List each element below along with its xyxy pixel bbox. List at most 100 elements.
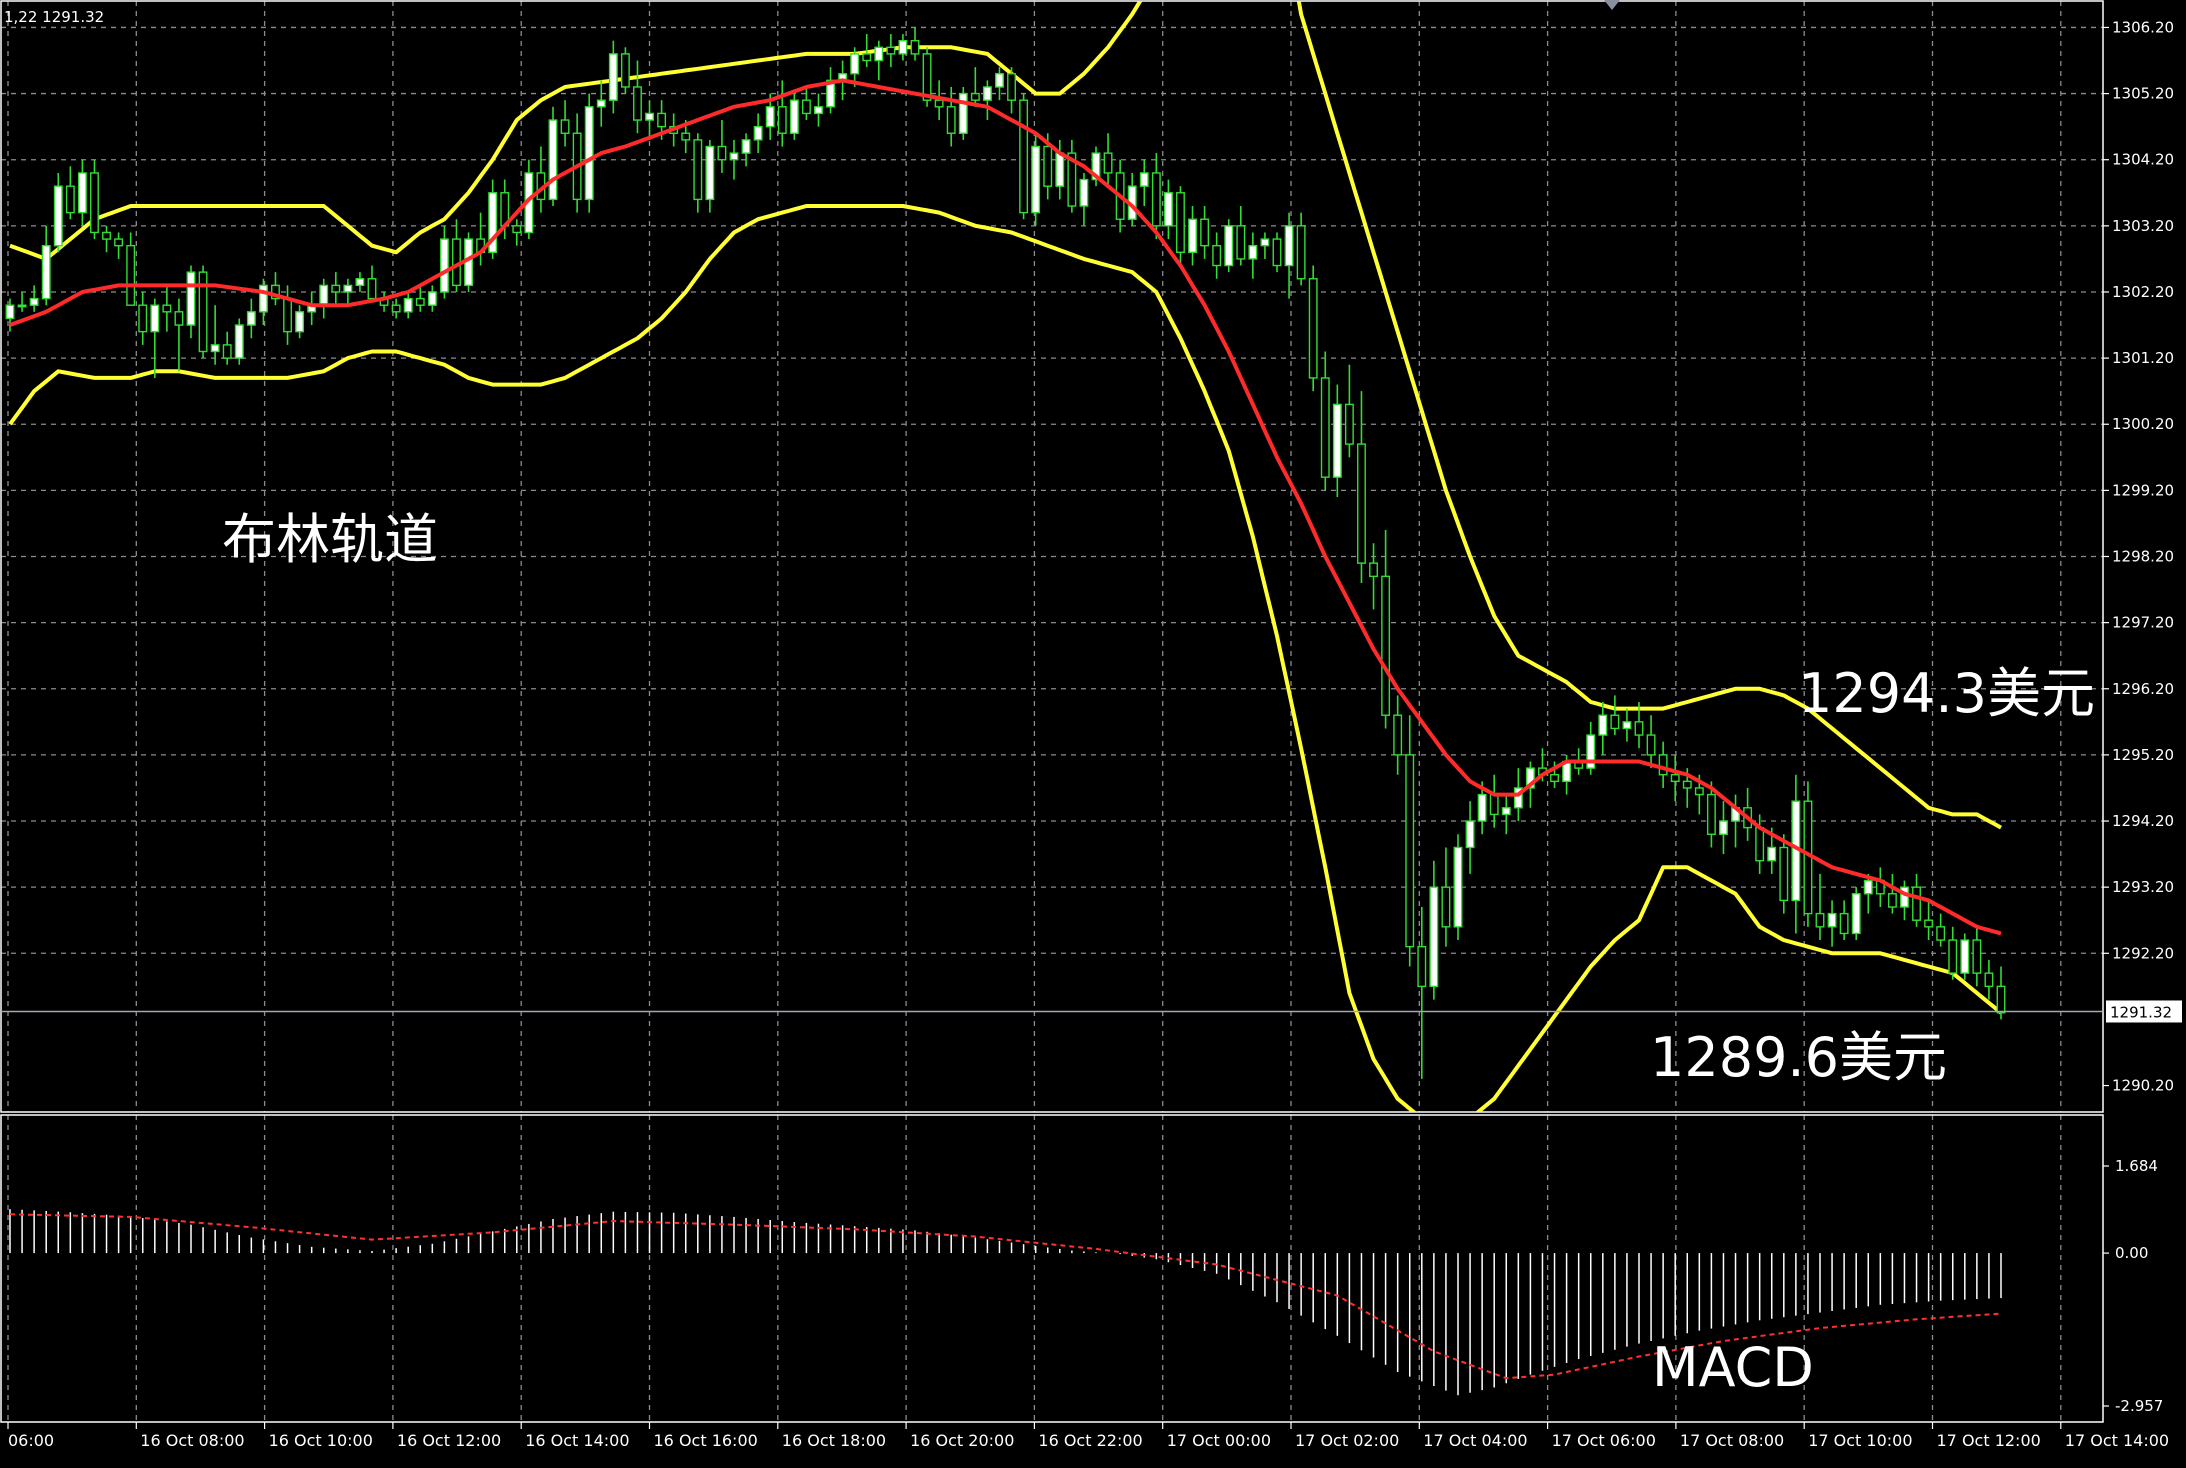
candle-body-bear — [657, 112, 667, 128]
price-tick-label: 1303.20 — [2112, 217, 2174, 235]
candle-body-bear — [1694, 787, 1704, 796]
candle-body-bear — [934, 99, 944, 108]
chart-background — [0, 0, 2186, 1464]
time-tick-label: 17 Oct 02:00 — [1295, 1431, 1399, 1450]
candle-body-bear — [1984, 972, 1994, 988]
candlestick — [620, 47, 630, 94]
candle-body-bear — [886, 46, 896, 55]
candle-body-bull — [246, 311, 256, 326]
candle-body-bear — [1755, 826, 1765, 862]
candlestick — [584, 93, 594, 213]
candle-body-bull — [596, 99, 606, 108]
candle-body-bear — [1296, 225, 1306, 280]
current-price-label: 1291.32 — [2110, 1003, 2172, 1021]
price-tick-label: 1304.20 — [2112, 151, 2174, 169]
candle-body-bear — [90, 172, 99, 234]
candle-body-bull — [995, 73, 1004, 88]
candle-body-bear — [560, 119, 570, 134]
candle-body-bull — [1863, 879, 1873, 895]
candle-body-bear — [1924, 919, 1934, 928]
candlestick — [1851, 887, 1861, 941]
candle-body-bear — [174, 311, 184, 326]
candle-body-bear — [1706, 793, 1716, 835]
candle-body-bull — [1188, 218, 1197, 253]
candle-body-bear — [1658, 754, 1668, 776]
candle-body-bull — [729, 152, 739, 161]
candle-body-bear — [910, 39, 920, 55]
candle-body-bull — [898, 39, 908, 55]
candlestick — [958, 86, 968, 140]
candle-body-bear — [1405, 754, 1415, 948]
candle-body-bear — [633, 86, 642, 121]
candle-body-bull — [753, 125, 763, 141]
time-tick-label: 16 Oct 14:00 — [525, 1431, 629, 1450]
candle-body-bear — [620, 53, 630, 88]
candle-body-bull — [427, 291, 437, 306]
candle-body-bull — [982, 86, 992, 101]
candle-body-bear — [922, 53, 932, 101]
price-tick-label: 1305.20 — [2112, 85, 2174, 103]
candle-body-bull — [705, 145, 715, 201]
candle-body-bull — [874, 46, 884, 62]
candle-body-bear — [1236, 225, 1246, 260]
symbol-header: 1,22 1291.32 — [4, 8, 104, 26]
candle-body-bull — [1827, 912, 1837, 928]
candlestick — [1960, 933, 1970, 980]
candle-body-bull — [355, 278, 365, 287]
candle-body-bull — [1622, 721, 1632, 730]
candle-body-bear — [1682, 780, 1692, 789]
annotation-bollinger: 布林轨道 — [222, 508, 438, 571]
time-tick-label: 16 Oct 20:00 — [910, 1431, 1014, 1450]
candle-body-bear — [717, 145, 727, 161]
candle-body-bull — [1851, 893, 1861, 935]
price-tick-label: 1292.20 — [2112, 944, 2174, 962]
candle-body-bull — [584, 106, 594, 201]
candle-body-bull — [789, 99, 799, 134]
price-tick-label: 1293.20 — [2112, 878, 2174, 896]
price-tick-label: 1298.20 — [2112, 548, 2174, 566]
gold-price-chart: 1306.20 1305.20 1304.20 1303.20 1302.20 1301.… — [0, 0, 2186, 1464]
candle-body-bear — [1441, 886, 1451, 928]
candle-body-bear — [126, 244, 136, 306]
current-price-tag: 1291.32 — [2106, 1000, 2182, 1023]
candle-body-bull — [403, 297, 413, 313]
time-tick-label: 16 Oct 08:00 — [140, 1431, 244, 1450]
price-tick-label: 1295.20 — [2112, 746, 2174, 764]
candle-body-bear — [1912, 886, 1921, 921]
candle-body-bull — [5, 304, 15, 320]
candlestick — [548, 106, 558, 207]
candlestick — [1453, 834, 1463, 941]
candle-body-bear — [1200, 218, 1210, 247]
candle-body-bear — [1320, 377, 1330, 478]
candle-body-bull — [1767, 846, 1777, 862]
candle-body-bull — [814, 106, 823, 115]
candle-body-bull — [1260, 238, 1270, 247]
candle-body-bull — [1079, 178, 1089, 207]
candle-body-bull — [258, 284, 268, 313]
candle-body-bear — [801, 99, 811, 115]
candle-body-bear — [512, 225, 522, 234]
candle-body-bear — [1670, 774, 1680, 783]
price-tick-label: 1294.20 — [2112, 812, 2174, 830]
candle-body-bear — [1948, 939, 1958, 974]
time-tick-label: 16 Oct 18:00 — [782, 1431, 886, 1450]
candle-body-bull — [1163, 192, 1173, 227]
time-tick-label: 16 Oct 16:00 — [654, 1431, 758, 1450]
candle-body-bear — [970, 92, 980, 101]
candle-body-bull — [1429, 886, 1439, 988]
candle-body-bear — [1550, 774, 1559, 783]
candle-body-bear — [1779, 846, 1789, 902]
candlestick — [234, 318, 244, 365]
price-tick-label: 1301.20 — [2112, 349, 2174, 367]
candle-body-bull — [234, 324, 244, 359]
candle-body-bear — [946, 106, 956, 134]
candle-body-bear — [1887, 893, 1897, 908]
candle-body-bull — [1139, 172, 1149, 187]
candle-body-bear — [1103, 152, 1113, 174]
candle-body-bull — [1224, 225, 1234, 267]
macd-tick-label: 1.684 — [2115, 1157, 2158, 1175]
price-tick-label: 1302.20 — [2112, 283, 2174, 301]
time-tick-label: 17 Oct 12:00 — [1937, 1431, 2041, 1450]
candle-body-bear — [1308, 278, 1318, 379]
price-tick-label: 1290.20 — [2112, 1077, 2174, 1095]
